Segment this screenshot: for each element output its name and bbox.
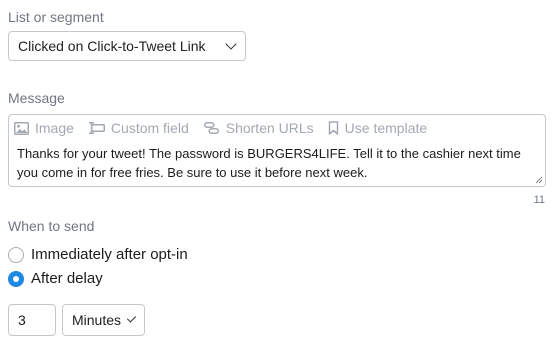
radio-immediately[interactable]: Immediately after opt-in (8, 246, 188, 263)
custom-field-tool-button[interactable]: Custom field (88, 120, 189, 136)
delay-amount-input[interactable]: 3 (8, 304, 56, 336)
chevron-down-icon (126, 313, 137, 323)
image-icon (14, 121, 29, 135)
image-tool-label: Image (35, 120, 74, 136)
delay-unit-select[interactable]: Minutes (62, 304, 145, 336)
resize-handle-icon[interactable] (535, 176, 543, 184)
list-segment-value: Clicked on Click-to-Tweet Link (18, 38, 206, 54)
shorten-urls-tool-button[interactable]: Shorten URLs (203, 120, 314, 136)
shorten-urls-tool-label: Shorten URLs (225, 120, 314, 136)
message-toolbar: Image Custom field Shorten URLs Use temp… (14, 120, 441, 136)
radio-after-delay[interactable]: After delay (8, 270, 103, 287)
image-tool-button[interactable]: Image (14, 120, 74, 136)
autoresponder-form: List or segment Clicked on Click-to-Twee… (0, 0, 554, 348)
bookmark-icon (328, 121, 338, 135)
radio-button-checked[interactable] (8, 270, 24, 287)
message-label: Message (8, 90, 65, 106)
message-editor[interactable]: Image Custom field Shorten URLs Use temp… (8, 114, 546, 187)
chevron-down-icon (225, 38, 237, 50)
list-segment-label: List or segment (8, 9, 104, 25)
character-count: 11 (533, 194, 545, 206)
use-template-tool-label: Use template (344, 120, 428, 136)
radio-button-unchecked[interactable] (8, 246, 24, 263)
when-to-send-label: When to send (8, 218, 95, 234)
link-icon (203, 122, 219, 134)
radio-after-delay-label: After delay (31, 270, 103, 287)
radio-immediately-label: Immediately after opt-in (31, 246, 188, 263)
custom-field-tool-label: Custom field (110, 120, 189, 136)
list-segment-select[interactable]: Clicked on Click-to-Tweet Link (8, 31, 246, 61)
custom-field-icon (88, 122, 105, 134)
use-template-tool-button[interactable]: Use template (328, 120, 427, 136)
delay-unit-value: Minutes (72, 312, 122, 328)
message-textarea[interactable]: Thanks for your tweet! The password is B… (17, 144, 537, 182)
